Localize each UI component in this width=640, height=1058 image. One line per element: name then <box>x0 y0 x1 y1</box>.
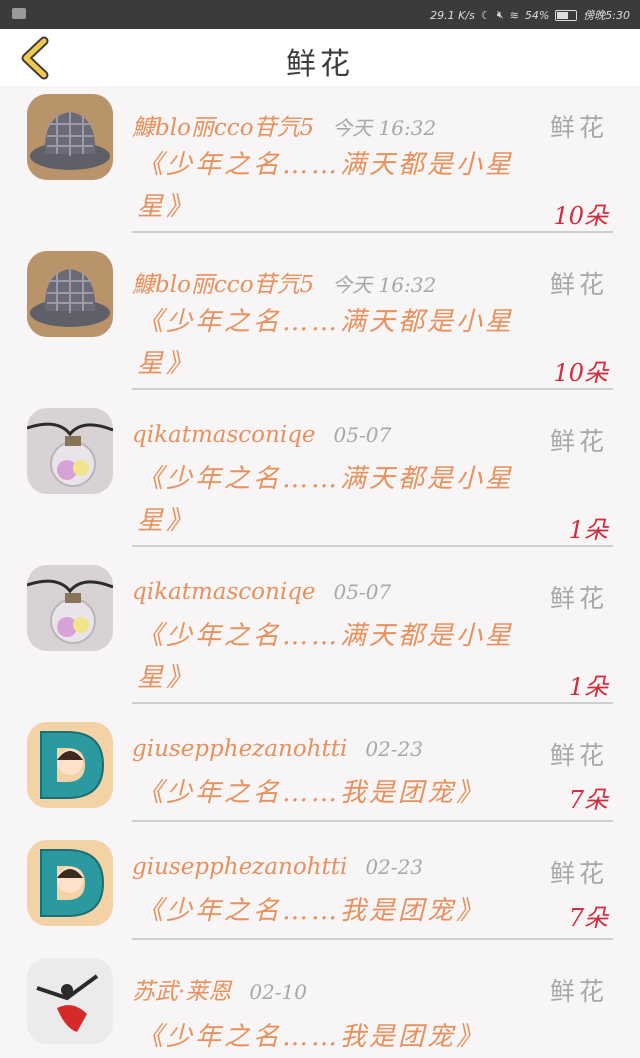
gift-type: 鲜花 <box>549 270 608 299</box>
wifi-icon: ≋ <box>509 8 519 22</box>
divider <box>132 820 613 822</box>
avatar[interactable] <box>27 722 113 808</box>
gift-type: 鲜花 <box>549 859 608 888</box>
gift-list: 鱇blo丽cco苷氕5 今天 16:32 鲜花 《少年之名……满天都是小星星》 1… <box>0 86 640 1052</box>
clock: 傍晚5:30 <box>583 9 630 22</box>
send-time: 02-23 <box>365 855 423 879</box>
divider <box>132 231 613 233</box>
sender-name: qikatmasconiqe 05-07 <box>132 422 392 448</box>
gift-count: 1朵 <box>568 516 608 544</box>
send-time: 05-07 <box>333 423 392 447</box>
send-time: 02-10 <box>249 980 307 1004</box>
sender-name: qikatmasconiqe 05-07 <box>132 579 392 605</box>
divider <box>132 388 613 390</box>
list-item[interactable]: qikatmasconiqe 05-07 鲜花 《少年之名……满天都是小星星》 1… <box>0 557 640 714</box>
avatar[interactable] <box>27 94 113 180</box>
gift-message: 《少年之名……满天都是小星星》 <box>137 307 515 379</box>
gift-count: 10朵 <box>553 359 608 387</box>
divider <box>132 938 613 940</box>
list-item[interactable]: 苏武·莱恩 02-10 鲜花 《少年之名……我是团宠》 <box>0 950 640 1052</box>
list-item[interactable]: giusepphezanohtti 02-23 鲜花 《少年之名……我是团宠》 7… <box>0 714 640 832</box>
gift-count: 10朵 <box>553 202 608 230</box>
divider <box>132 545 613 547</box>
gift-message: 《少年之名……我是团宠》 <box>137 778 486 808</box>
header-bar: 鲜花 <box>0 29 640 86</box>
sender-name: 鱇blo丽cco苷氕5 今天 16:32 <box>132 115 437 141</box>
gift-type: 鲜花 <box>549 584 608 613</box>
gift-message: 《少年之名……满天都是小星星》 <box>137 464 515 536</box>
list-item[interactable]: 鱇blo丽cco苷氕5 今天 16:32 鲜花 《少年之名……满天都是小星星》 1… <box>0 86 640 243</box>
divider <box>132 702 613 704</box>
mute-icon: 🔇︎ <box>496 8 504 21</box>
gift-count: 7朵 <box>568 904 608 932</box>
sender-name: giusepphezanohtti 02-23 <box>132 736 423 762</box>
gift-type: 鲜花 <box>549 427 608 456</box>
sender-name: 苏武·莱恩 02-10 <box>132 979 307 1005</box>
app-notification-icon <box>12 8 26 19</box>
avatar[interactable] <box>27 958 113 1044</box>
send-time: 今天 16:32 <box>332 273 437 297</box>
avatar[interactable] <box>27 565 113 651</box>
battery-icon <box>555 9 578 21</box>
battery-percent: 54% <box>524 8 550 22</box>
list-item[interactable]: 鱇blo丽cco苷氕5 今天 16:32 鲜花 《少年之名……满天都是小星星》 1… <box>0 243 640 400</box>
send-time: 05-07 <box>333 580 392 604</box>
gift-message: 《少年之名……我是团宠》 <box>137 896 486 926</box>
network-speed: 29.1 K/s <box>430 8 475 22</box>
avatar[interactable] <box>27 840 113 926</box>
gift-count: 7朵 <box>568 786 608 814</box>
avatar[interactable] <box>27 251 113 337</box>
list-item[interactable]: qikatmasconiqe 05-07 鲜花 《少年之名……满天都是小星星》 1… <box>0 400 640 557</box>
gift-type: 鲜花 <box>549 113 608 142</box>
gift-count: 1朵 <box>568 673 608 701</box>
sender-name: 鱇blo丽cco苷氕5 今天 16:32 <box>132 272 437 298</box>
gift-message: 《少年之名……满天都是小星星》 <box>137 150 515 222</box>
avatar[interactable] <box>27 408 113 494</box>
list-item[interactable]: giusepphezanohtti 02-23 鲜花 《少年之名……我是团宠》 7… <box>0 832 640 950</box>
gift-type: 鲜花 <box>549 741 608 770</box>
gift-message: 《少年之名……满天都是小星星》 <box>137 621 515 693</box>
moon-icon: ☾ <box>480 8 491 22</box>
send-time: 02-23 <box>365 737 423 761</box>
page-title: 鲜花 <box>286 47 354 82</box>
gift-message: 《少年之名……我是团宠》 <box>137 1022 486 1052</box>
status-bar: 29.1 K/s ☾ 🔇︎ ≋ 54% 傍晚5:30 <box>0 0 640 29</box>
status-icons: 29.1 K/s ☾ 🔇︎ ≋ 54% 傍晚5:30 <box>430 7 630 23</box>
gift-type: 鲜花 <box>549 977 608 1006</box>
sender-name: giusepphezanohtti 02-23 <box>132 854 423 880</box>
send-time: 今天 16:32 <box>332 116 437 140</box>
